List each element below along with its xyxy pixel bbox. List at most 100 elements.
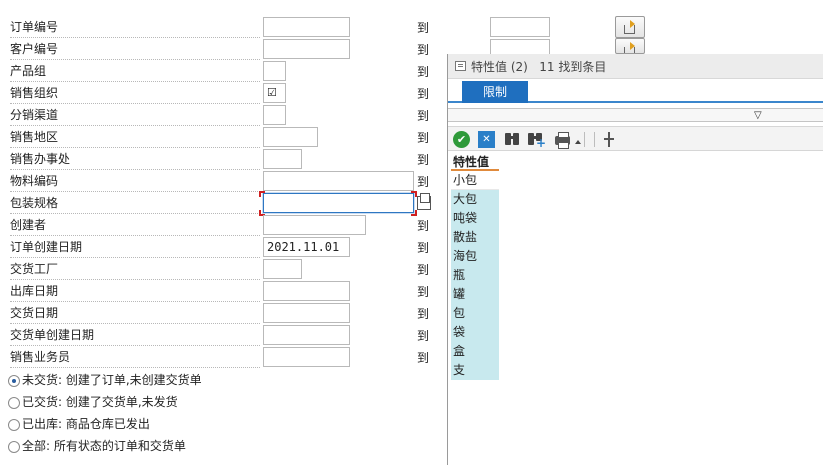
field-row-order-number: 订单编号 到	[0, 17, 550, 39]
delivery-created-date-from-input[interactable]	[263, 325, 350, 345]
list-item[interactable]: 吨袋	[451, 209, 499, 228]
field-row-order-created-date: 订单创建日期 2021.11.01 到	[0, 237, 445, 259]
sales-district-from-input[interactable]	[263, 127, 318, 147]
field-label: 物料编码	[10, 174, 260, 192]
radio-not-delivered[interactable]: 未交货: 创建了订单,未创建交货单	[8, 372, 202, 390]
tab-strip: 限制	[448, 79, 823, 103]
list-item[interactable]: 支	[451, 361, 499, 380]
check-icon[interactable]: ✔	[453, 131, 470, 148]
radio-icon	[8, 418, 20, 431]
radio-label: 全部: 所有状态的订单和交货单	[22, 439, 186, 453]
field-row-delivery-date: 交货日期 到	[0, 303, 445, 325]
sales-org-checkbox[interactable]: ☑	[263, 83, 286, 103]
delivery-plant-from-input[interactable]	[263, 259, 302, 279]
field-label: 订单编号	[10, 20, 260, 38]
radio-delivered[interactable]: 已交货: 创建了交货单,未发货	[8, 394, 178, 412]
to-label: 到	[417, 307, 430, 321]
binoculars-icon[interactable]	[503, 131, 520, 148]
dropdown-icon[interactable]	[575, 140, 581, 144]
to-label: 到	[417, 109, 430, 123]
order-created-date-from-input[interactable]: 2021.11.01	[263, 237, 350, 257]
to-label: 到	[417, 263, 430, 277]
order-number-from-input[interactable]	[263, 17, 350, 37]
arrow-icon	[630, 42, 635, 50]
field-row-customer-number: 客户编号 到	[0, 39, 550, 61]
field-label: 交货工厂	[10, 262, 260, 280]
radio-selected-icon	[8, 374, 20, 387]
created-by-from-input[interactable]	[263, 215, 366, 235]
to-label: 到	[417, 87, 430, 101]
list-item[interactable]: 盒	[451, 342, 499, 361]
to-label: 到	[417, 175, 430, 189]
to-label: 到	[417, 153, 430, 167]
field-label: 包装规格	[10, 196, 260, 214]
product-group-from-input[interactable]	[263, 61, 286, 81]
field-label: 交货单创建日期	[10, 328, 260, 346]
toolbar-separator	[584, 132, 585, 147]
field-row-sales-district: 销售地区 到	[0, 127, 445, 149]
to-label: 到	[417, 43, 430, 57]
field-label: 销售组织	[10, 86, 260, 104]
popup-title-bar[interactable]: 特性值 (2) 11 找到条目	[448, 54, 823, 79]
list-item[interactable]: 大包	[451, 190, 499, 209]
delivery-date-from-input[interactable]	[263, 303, 350, 323]
multiple-selection-button[interactable]	[615, 16, 645, 38]
field-row-created-by: 创建者 到	[0, 215, 445, 237]
radio-label: 已交货: 创建了交货单,未发货	[22, 395, 178, 409]
column-header-characteristic-value[interactable]: 特性值	[451, 154, 499, 171]
list-item[interactable]: 罐	[451, 285, 499, 304]
distribution-channel-from-input[interactable]	[263, 105, 286, 125]
popup-toolbar: ✔ ✕ +	[448, 126, 823, 151]
sales-rep-from-input[interactable]	[263, 347, 350, 367]
field-row-sales-rep: 销售业务员 到	[0, 347, 445, 369]
customer-number-from-input[interactable]	[263, 39, 350, 59]
goods-issue-date-from-input[interactable]	[263, 281, 350, 301]
focus-corner	[259, 191, 265, 197]
column-icon[interactable]	[601, 131, 618, 148]
field-label: 创建者	[10, 218, 260, 236]
value-help-icon[interactable]	[417, 193, 431, 210]
arrow-icon	[630, 20, 635, 28]
toolbar-separator	[594, 132, 595, 147]
list-item[interactable]: 散盐	[451, 228, 499, 247]
list-item[interactable]: 包	[451, 304, 499, 323]
radio-label: 未交货: 创建了订单,未创建交货单	[22, 373, 202, 387]
list-item[interactable]: 小包	[451, 171, 499, 190]
field-row-sales-office: 销售办事处 到	[0, 149, 445, 171]
field-label: 客户编号	[10, 42, 260, 60]
field-row-delivery-created-date: 交货单创建日期 到	[0, 325, 445, 347]
binoculars-plus-icon[interactable]: +	[526, 131, 546, 149]
radio-label: 已出库: 商品仓库已发出	[22, 417, 150, 431]
list-item[interactable]: 袋	[451, 323, 499, 342]
radio-goods-issued[interactable]: 已出库: 商品仓库已发出	[8, 416, 150, 434]
field-label: 分销渠道	[10, 108, 260, 126]
popup-title: 特性值 (2) 11 找到条目	[471, 60, 607, 74]
radio-icon	[8, 440, 20, 453]
field-row-delivery-plant: 交货工厂 到	[0, 259, 445, 281]
tab-restrictions[interactable]: 限制	[462, 81, 528, 103]
field-label: 销售办事处	[10, 152, 260, 170]
field-label: 产品组	[10, 64, 260, 82]
list-item[interactable]: 海包	[451, 247, 499, 266]
value-help-popup: 特性值 (2) 11 找到条目 限制 ▽ ✔ ✕ + 特性值 小包 大包 吨袋 …	[447, 54, 823, 465]
printer-icon[interactable]	[554, 131, 571, 149]
to-label: 到	[417, 219, 430, 233]
to-label: 到	[417, 131, 430, 145]
material-number-from-input[interactable]	[263, 171, 414, 191]
to-label: 到	[417, 351, 430, 365]
cancel-icon[interactable]: ✕	[478, 131, 495, 148]
field-label: 销售业务员	[10, 350, 260, 368]
sales-office-from-input[interactable]	[263, 149, 302, 169]
multiple-selection-button[interactable]	[615, 38, 645, 54]
field-row-product-group: 产品组 到	[0, 61, 445, 83]
to-label: 到	[417, 65, 430, 79]
restrictions-toggle[interactable]: ▽	[448, 108, 823, 122]
to-label: 到	[417, 329, 430, 343]
to-label: 到	[417, 241, 430, 255]
field-label: 订单创建日期	[10, 240, 260, 258]
order-number-to-input[interactable]	[490, 17, 550, 37]
packaging-spec-input[interactable]	[263, 193, 414, 213]
list-item[interactable]: 瓶	[451, 266, 499, 285]
to-label: 到	[417, 285, 430, 299]
radio-all[interactable]: 全部: 所有状态的订单和交货单	[8, 438, 186, 456]
